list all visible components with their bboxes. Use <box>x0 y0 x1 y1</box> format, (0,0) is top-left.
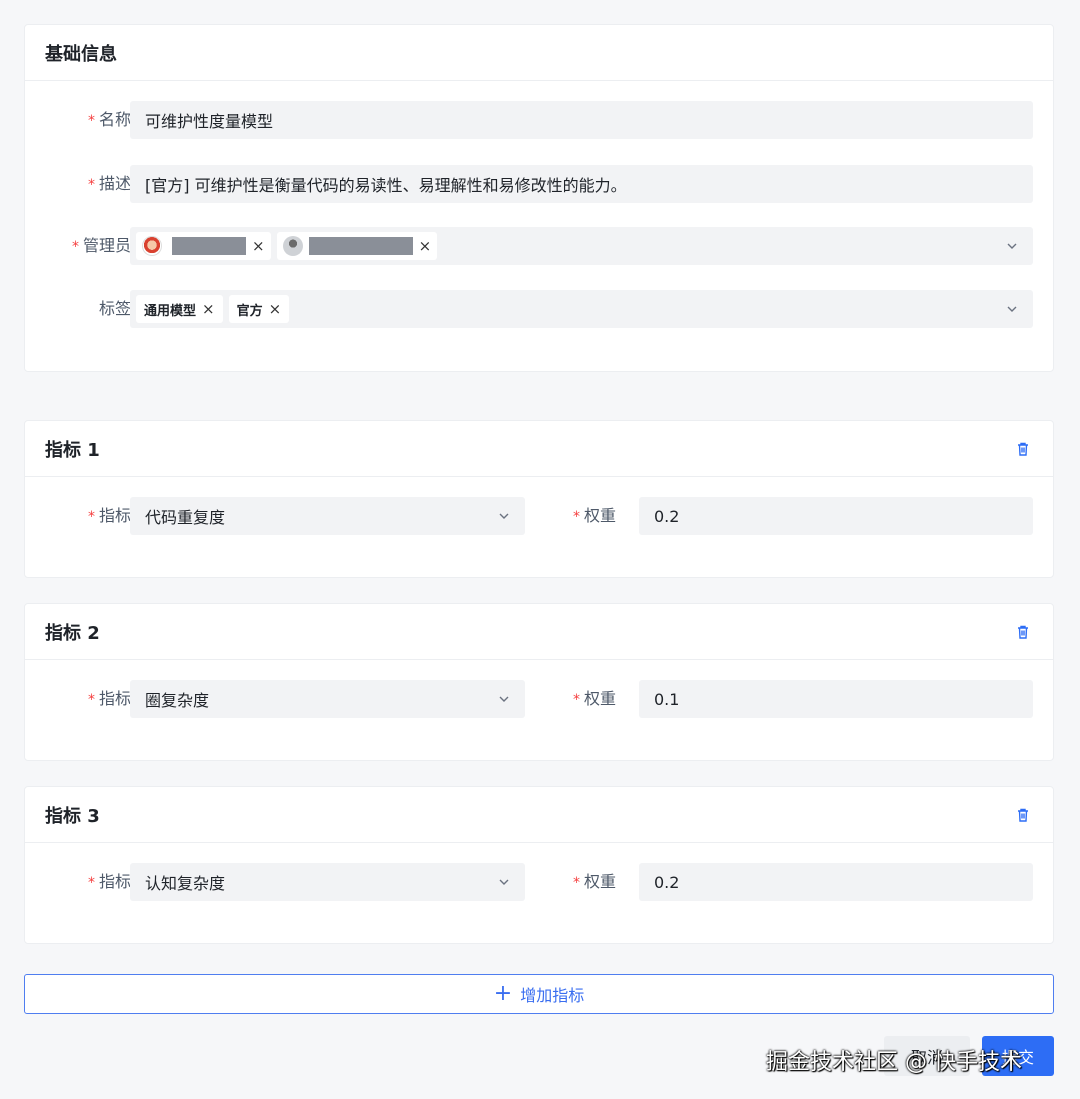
trash-icon[interactable] <box>1015 624 1031 640</box>
trash-icon[interactable] <box>1015 807 1031 823</box>
remove-tag-icon[interactable]: × <box>202 300 215 318</box>
tag-chip: 通用模型 × <box>136 295 223 323</box>
remove-tag-icon[interactable]: × <box>269 300 282 318</box>
footer: 取消 提交 掘金技术社区 @ 快手技术 <box>0 1030 1080 1090</box>
metric-label: * 指标 <box>87 872 131 891</box>
plus-icon: + <box>493 981 513 1006</box>
name-input[interactable]: 可维护性度量模型 <box>130 101 1033 139</box>
remove-admin-icon[interactable]: × <box>252 237 265 255</box>
tags-select[interactable]: 通用模型 × 官方 × <box>130 290 1033 328</box>
add-metric-button[interactable]: + 增加指标 <box>24 974 1054 1014</box>
metric-card: 指标 1 * 指标 代码重复度 * 权重 0.2 <box>24 420 1054 578</box>
metric-card: 指标 3 * 指标 认知复杂度 * 权重 0.2 <box>24 786 1054 944</box>
metric-label: * 指标 <box>87 506 131 525</box>
name-row: * 名称 可维护性度量模型 <box>25 101 1053 139</box>
metric-row: * 指标 认知复杂度 * 权重 0.2 <box>25 863 1053 901</box>
desc-input[interactable]: [官方] 可维护性是衡量代码的易读性、易理解性和易修改性的能力。 <box>130 165 1033 203</box>
desc-row: * 描述 [官方] 可维护性是衡量代码的易读性、易理解性和易修改性的能力。 <box>25 165 1053 203</box>
basic-info-title: 基础信息 <box>45 43 117 65</box>
weight-label: * 权重 <box>573 689 617 708</box>
weight-input[interactable]: 0.1 <box>639 680 1033 718</box>
metric-title: 指标 2 <box>45 622 100 644</box>
metric-select[interactable]: 认知复杂度 <box>130 863 525 901</box>
metric-header: 指标 1 <box>25 421 1053 477</box>
admin-name-redacted <box>308 237 413 255</box>
basic-info-header: 基础信息 <box>25 25 1053 81</box>
weight-input[interactable]: 0.2 <box>639 863 1033 901</box>
chevron-down-icon <box>1007 306 1017 312</box>
weight-input[interactable]: 0.2 <box>639 497 1033 535</box>
metric-select[interactable]: 圈复杂度 <box>130 680 525 718</box>
avatar <box>282 236 303 256</box>
weight-label: * 权重 <box>573 872 617 891</box>
metric-label: * 指标 <box>87 689 131 708</box>
admin-chip: × <box>276 232 438 260</box>
metric-title: 指标 3 <box>45 805 100 827</box>
metric-row: * 指标 圈复杂度 * 权重 0.1 <box>25 680 1053 718</box>
name-label: * 名称 <box>87 110 131 129</box>
chevron-down-icon <box>499 879 509 885</box>
metric-title: 指标 1 <box>45 439 100 461</box>
admin-chip: × <box>136 232 271 260</box>
admin-select[interactable]: × × <box>130 227 1033 265</box>
metric-select[interactable]: 代码重复度 <box>130 497 525 535</box>
admin-label: * 管理员 <box>71 236 131 255</box>
tags-row: 标签 通用模型 × 官方 × <box>25 290 1053 328</box>
chevron-down-icon <box>499 696 509 702</box>
weight-label: * 权重 <box>573 506 617 525</box>
tags-label: 标签 <box>98 299 131 318</box>
cancel-button[interactable]: 取消 <box>884 1036 970 1076</box>
chevron-down-icon <box>1007 243 1017 249</box>
tag-chip: 官方 × <box>228 295 290 323</box>
chevron-down-icon <box>499 513 509 519</box>
metric-card: 指标 2 * 指标 圈复杂度 * 权重 0.1 <box>24 603 1054 761</box>
metric-header: 指标 2 <box>25 604 1053 660</box>
basic-info-card: 基础信息 * 名称 可维护性度量模型 * 描述 [官方] 可维护性是衡量代码的易读性… <box>24 24 1054 372</box>
avatar <box>142 236 162 256</box>
remove-admin-icon[interactable]: × <box>419 237 432 255</box>
submit-button[interactable]: 提交 <box>982 1036 1054 1076</box>
admin-name-redacted <box>172 237 246 255</box>
trash-icon[interactable] <box>1015 441 1031 457</box>
metric-header: 指标 3 <box>25 787 1053 843</box>
desc-label: * 描述 <box>87 174 131 193</box>
metric-row: * 指标 代码重复度 * 权重 0.2 <box>25 497 1053 535</box>
admin-row: * 管理员 × × <box>25 227 1053 265</box>
